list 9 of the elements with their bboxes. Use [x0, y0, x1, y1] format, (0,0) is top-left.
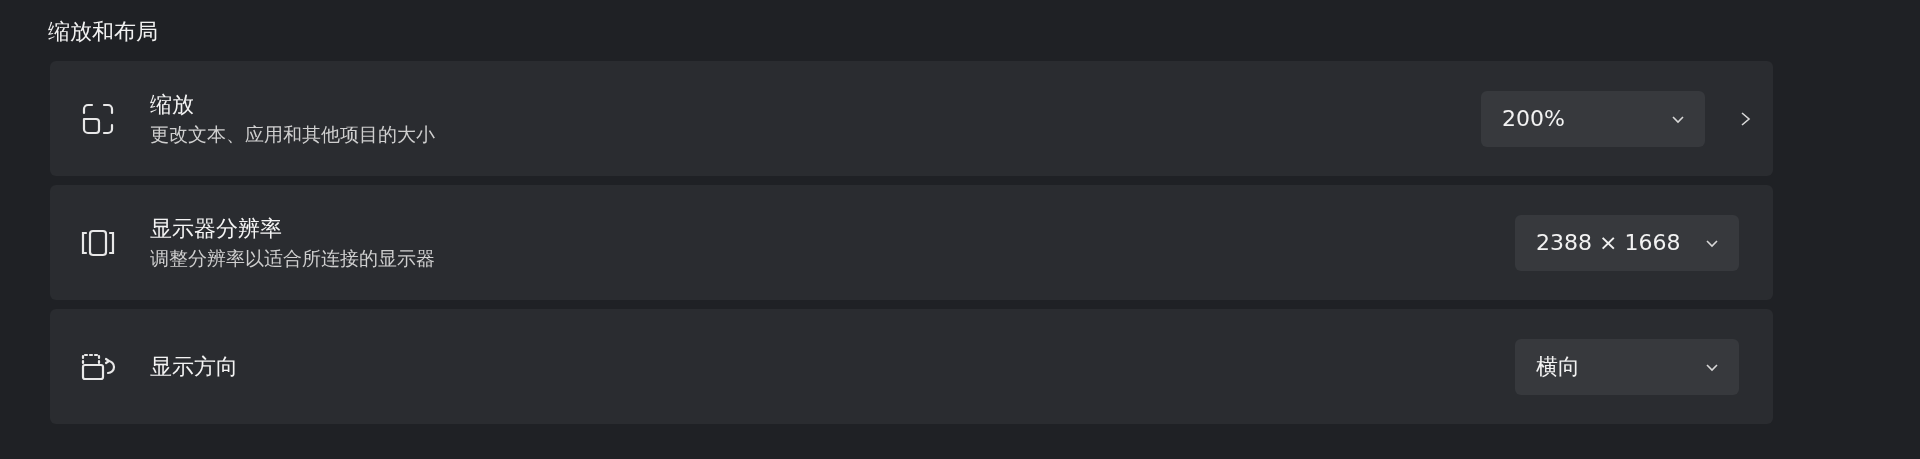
setting-label: 显示器分辨率 — [150, 214, 283, 243]
section-title: 缩放和布局 — [48, 18, 159, 46]
dropdown[interactable]: 2388 × 1668 — [1515, 214, 1739, 271]
dropdown[interactable]: 200% — [1481, 90, 1705, 147]
dropdown[interactable]: 横向 — [1515, 338, 1739, 395]
setting-description: 更改文本、应用和其他项目的大小 — [150, 121, 436, 147]
setting-description: 调整分辨率以适合所连接的显示器 — [150, 245, 436, 271]
setting-label: 显示方向 — [150, 352, 239, 381]
setting-label: 缩放 — [150, 90, 195, 119]
